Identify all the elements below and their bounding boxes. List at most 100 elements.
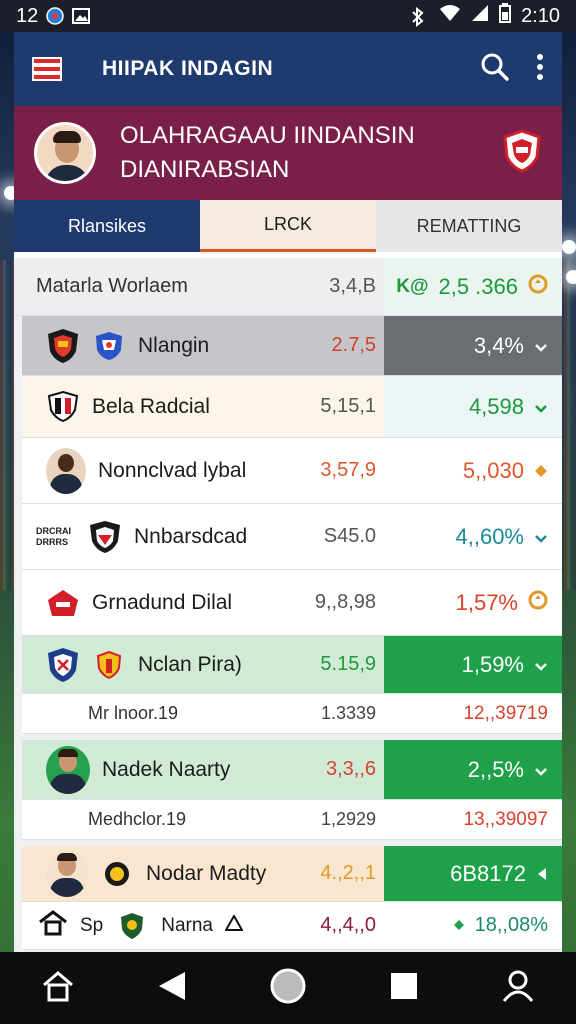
avatar[interactable] [34,122,96,184]
player-avatar [46,745,90,794]
hero-title-line2: DIANIRABSIAN [120,156,290,183]
row-name: Bela Radcial [92,394,210,418]
table-subrow[interactable]: Medhclor.19 1,2929 13,,39097 [22,800,562,840]
team-crest-icon [46,647,80,682]
standings-list: Matarla Worlaem 3,4,B K@ 2,5 .366 Nlangi… [14,258,562,952]
table-row[interactable]: Grnadund Dilal 9,,8,98 1,57% [22,570,562,636]
row-value: 3,3,,6 [325,758,376,780]
warning-icon [224,913,244,937]
summary-stat-cell: K@ 2,5 .366 [384,258,562,315]
refresh-icon[interactable] [528,590,548,616]
row-stat-cell: 1,57% [384,570,562,635]
app-window: HIIPAK INDAGIN OLAHRAGAAU IINDANSIN DIAN… [14,32,562,952]
summary-value: 3,4,B [329,275,376,297]
diamond-icon[interactable] [534,458,548,484]
row-stat-cell: 3,4% [384,316,562,375]
house-icon [38,909,68,942]
table-subrow[interactable]: Mr lnoor.19 1.3339 12,,39719 [22,694,562,734]
summary-stat: 2,5 .366 [438,273,518,299]
team-crest-icon [88,520,122,554]
row-value: 5,15,1 [320,395,376,417]
row-stat-cell: 5,,030 [384,438,562,503]
chevron-down-icon[interactable] [534,524,548,550]
row-name: Sp [80,914,104,936]
status-time-right: 2:10 [521,4,560,27]
row-value: 4,,4,,0 [320,914,376,936]
summary-row[interactable]: Matarla Worlaem 3,4,B K@ 2,5 .366 [14,258,562,316]
table-row[interactable]: Nclan Pira) 5.15,9 1,59% [22,636,562,694]
row-name: Nonnclvad lybal [98,458,247,482]
wifi-icon [439,4,461,28]
row-stat-cell: 4,,60% [384,504,562,569]
table-subrow[interactable]: Sp Narna 4,,4,,0 18,,08% [22,902,562,950]
refresh-icon[interactable] [528,274,548,300]
search-icon[interactable] [480,52,510,87]
table-row[interactable]: Nonnclvad lybal 3,57,9 5,,030 [22,438,562,504]
row-value: 1.3339 [320,703,376,723]
club-logo-text: DRCRAI DRRRS [36,525,71,547]
row-stat-cell: 18,,08% [384,902,562,949]
chevron-down-icon[interactable] [534,394,548,420]
floodlight-icon [566,270,576,284]
home-icon[interactable] [41,969,75,1008]
row-stat-cell: 1,59% [384,636,562,693]
row-stat: 4,,60% [455,523,525,549]
shield-icon [502,128,542,178]
row-stat: 4,598 [468,393,524,419]
table-row[interactable]: Nadek Naarty 3,3,,6 2,,5% [22,740,562,800]
chevron-down-icon[interactable] [534,333,548,359]
signal-icon [471,4,489,28]
team-crest-icon [115,909,149,943]
flag-icon[interactable] [32,57,62,81]
row-stat: 3,4% [473,332,524,358]
diamond-icon [453,914,465,937]
row-stat-cell: 2,,5% [384,740,562,799]
chevron-down-icon[interactable] [534,652,548,678]
row-stat: 5,,030 [462,457,524,483]
team-crest-icon [92,648,126,682]
system-nav-bar [0,952,576,1024]
status-bar: 12 2:10 [0,0,576,32]
player-avatar [46,447,86,494]
table-row[interactable]: Bela Radcial 5,15,1 4,598 [22,376,562,438]
row-stat-cell: 12,,39719 [384,694,562,733]
row-stat-cell: 6B8172 [384,846,562,901]
team-crest-icon [46,586,80,620]
row-value: S45.0 [323,525,376,547]
table-row[interactable]: Nlangin 2.7,5 3,4% [22,316,562,376]
table-row[interactable]: DRCRAI DRRRS Nnbarsdcad S45.0 4,,60% [22,504,562,570]
chevron-left-icon[interactable] [536,861,548,887]
more-vert-icon[interactable] [536,53,544,86]
back-icon[interactable] [157,970,187,1007]
app-bar: HIIPAK INDAGIN [14,32,562,106]
row-stat: 18,,08% [474,914,548,936]
recents-icon[interactable] [389,971,419,1006]
row-name: Nadek Naarty [102,757,231,781]
tab-rlansikes[interactable]: Rlansikes [14,200,200,252]
battery-icon [499,3,512,29]
chevron-down-icon[interactable] [534,757,548,783]
row-value: 1,2929 [320,809,376,829]
team-crest-icon [46,328,80,363]
tab-lrck[interactable]: LRCK [200,200,376,252]
table-row[interactable]: Nodar Madty 4.,2,,1 6B8172 [22,846,562,902]
bluetooth-icon [411,6,429,28]
row-stat-cell: 4,598 [384,376,562,437]
home-circle-icon[interactable] [269,967,307,1010]
team-crest-icon [92,329,126,363]
row-value: 9,,8,98 [314,591,376,613]
summary-prefix: K@ [396,275,429,297]
app-title: HIIPAK INDAGIN [102,57,274,80]
row-name: Medhclor.19 [88,809,187,829]
row-name: Nlangin [138,333,210,357]
row-stat-cell: 13,,39097 [384,800,562,839]
row-value: 2.7,5 [331,334,376,356]
row-name: Nnbarsdcad [134,524,248,548]
player-avatar [46,850,88,897]
row-stat: 6B8172 [450,860,526,886]
row-stat: 12,,39719 [463,702,548,724]
tab-rematting[interactable]: REMATTING [376,200,562,252]
profile-icon[interactable] [501,969,535,1008]
row-stat: 13,,39097 [463,808,548,830]
team-crest-icon [100,857,134,891]
